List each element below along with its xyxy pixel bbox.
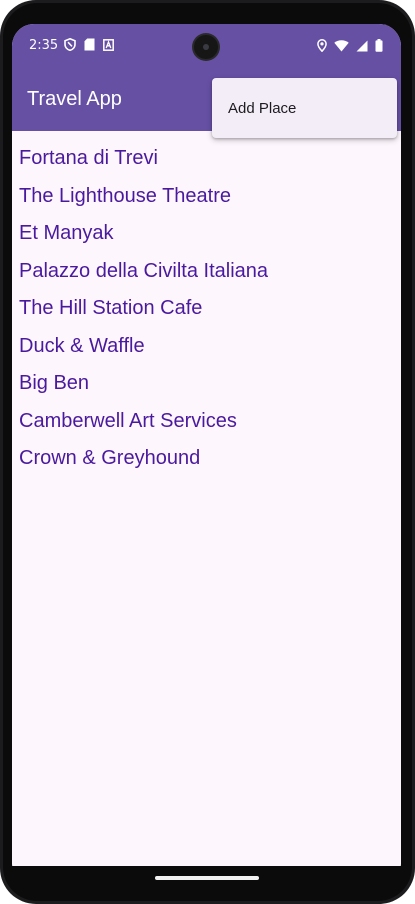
menu-item-label: Add Place: [228, 100, 297, 117]
font-a-icon: [103, 36, 114, 55]
place-list-item[interactable]: Et Manyak: [12, 216, 401, 254]
battery-icon: [375, 37, 383, 56]
status-left-icons: [64, 36, 114, 55]
overflow-menu: Add Place: [212, 78, 397, 138]
gesture-nav-bar: [12, 866, 401, 888]
place-list-item[interactable]: Big Ben: [12, 366, 401, 404]
menu-item-add-place[interactable]: Add Place: [212, 78, 397, 138]
place-name: Palazzo della Civilta Italiana: [19, 259, 269, 282]
place-name: The Hill Station Cafe: [19, 297, 203, 319]
place-name: Big Ben: [19, 372, 90, 394]
status-right-icons: [317, 37, 383, 56]
sd-card-icon: [84, 36, 95, 55]
place-list-item[interactable]: Fortana di Trevi: [12, 141, 401, 179]
place-name: Camberwell Art Services: [19, 409, 237, 432]
place-list: Fortana di Trevi The Lighthouse Theatre …: [12, 141, 401, 479]
place-name: Duck & Waffle: [19, 334, 145, 357]
place-list-item[interactable]: The Lighthouse Theatre: [12, 179, 401, 217]
status-time: 2:35: [29, 38, 59, 53]
location-icon: [317, 37, 327, 56]
place-name: Crown & Greyhound: [19, 447, 201, 469]
place-list-item[interactable]: Camberwell Art Services: [12, 404, 401, 442]
front-camera: [194, 35, 218, 59]
place-list-item[interactable]: The Hill Station Cafe: [12, 291, 401, 329]
place-list-item[interactable]: Palazzo della Civilta Italiana: [12, 254, 401, 292]
wifi-icon: [334, 37, 349, 56]
app-screen: 2:35 Travel App Fortana di Trevi The Lig…: [12, 24, 401, 886]
home-gesture-handle[interactable]: [155, 876, 259, 880]
app-title: Travel App: [27, 88, 122, 110]
place-list-item[interactable]: Duck & Waffle: [12, 329, 401, 367]
status-bar: 2:35: [12, 24, 401, 68]
place-list-item[interactable]: Crown & Greyhound: [12, 441, 401, 479]
signal-icon: [356, 37, 368, 56]
place-name: Et Manyak: [19, 222, 114, 244]
place-name: Fortana di Trevi: [19, 147, 158, 169]
place-name: The Lighthouse Theatre: [19, 184, 232, 207]
shield-icon: [64, 36, 76, 55]
